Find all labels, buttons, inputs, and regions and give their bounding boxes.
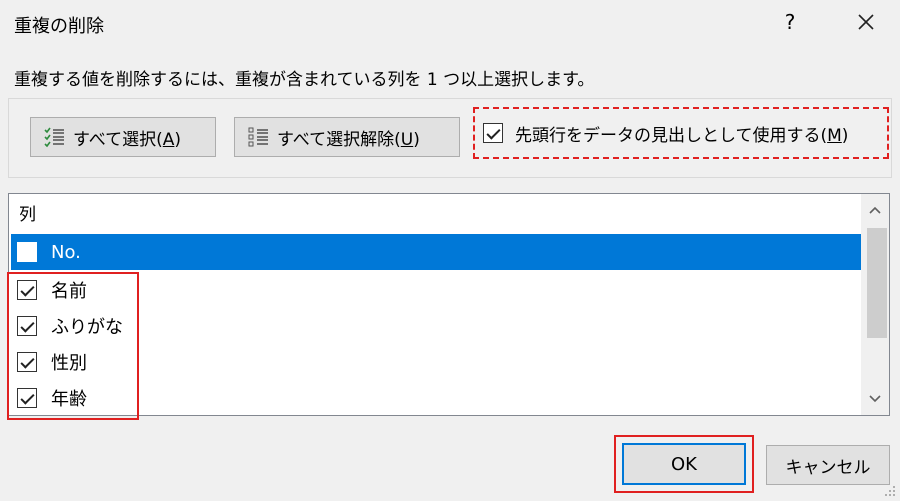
resize-grip-icon[interactable] [882,483,896,497]
close-icon [858,14,874,30]
scroll-thumb[interactable] [867,228,887,338]
scroll-down-button[interactable] [861,387,889,411]
list-item-label: No. [51,241,81,263]
help-button[interactable]: ? [778,8,802,36]
list-item[interactable]: No. [11,234,863,270]
unselect-all-label: すべて選択解除(U) [277,129,420,150]
cancel-button[interactable]: キャンセル [766,445,890,485]
scroll-up-button[interactable] [861,198,889,222]
columns-listbox[interactable]: 列 No. 名前 ふりがな 性別 年齢 [8,193,890,416]
header-row-checkbox[interactable] [483,123,503,143]
checked-columns-highlight [7,272,139,420]
ok-button[interactable]: OK [622,443,746,485]
column-checkbox[interactable] [17,242,37,262]
dialog-title: 重複の削除 [14,16,104,37]
columns-header: 列 [19,205,36,225]
header-row-checkbox-label: 先頭行をデータの見出しとして使用する(M) [515,125,849,146]
header-row-checkbox-option[interactable]: 先頭行をデータの見出しとして使用する(M) [473,107,889,159]
close-button[interactable] [848,4,884,40]
chevron-up-icon [869,206,881,214]
select-all-button[interactable]: すべて選択(A) [30,117,216,157]
select-all-label: すべて選択(A) [73,129,182,150]
list-icon [248,127,268,147]
vertical-scrollbar[interactable] [861,194,889,415]
instruction-text: 重複する値を削除するには、重複が含まれている列を 1 つ以上選択します。 [14,70,595,90]
chevron-down-icon [869,395,881,403]
check-list-icon [44,127,64,148]
unselect-all-button[interactable]: すべて選択解除(U) [234,117,460,157]
